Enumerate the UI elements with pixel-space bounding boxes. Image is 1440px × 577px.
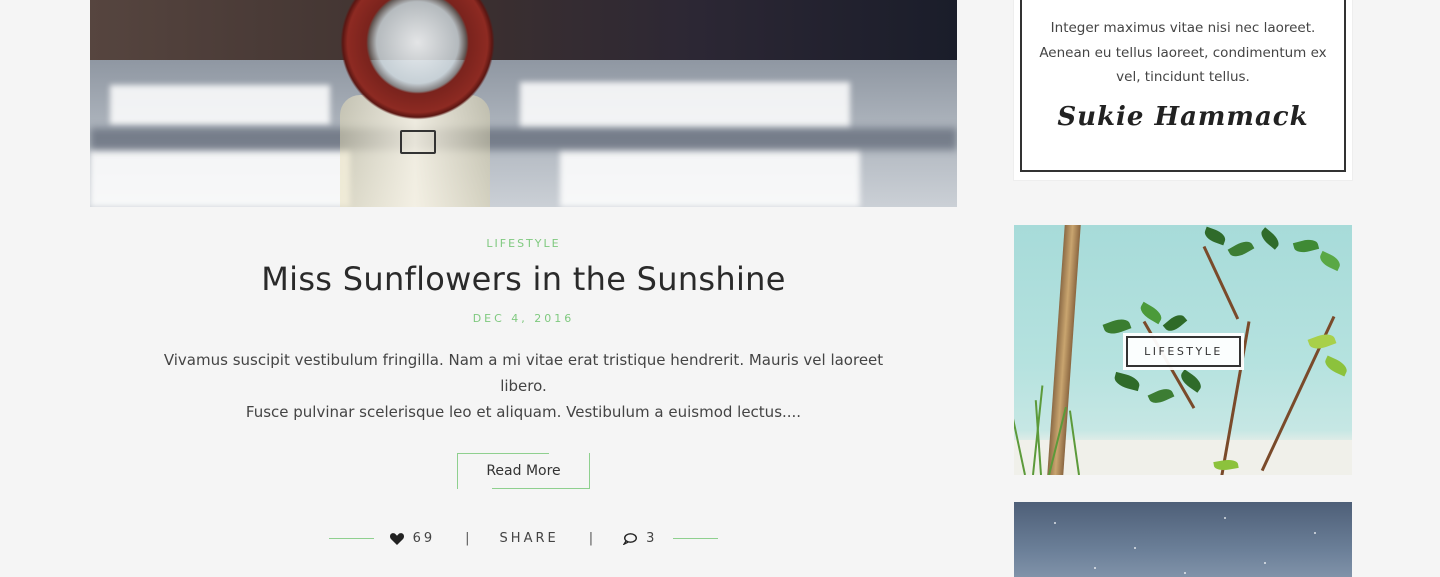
image-star [1314,532,1316,534]
sidebar-featured-category-image[interactable]: LIFESTYLE [1014,225,1352,475]
image-star [1054,522,1056,524]
likes-count: 69 [412,531,436,546]
image-star [1264,562,1266,564]
meta-divider-line [328,538,374,539]
category-label-button[interactable]: LIFESTYLE [1123,333,1244,370]
post-meta-bar: 69 | SHARE | 3 [90,531,957,546]
author-signature: Sukie Hammack [1057,101,1309,132]
image-branch [1202,245,1240,320]
read-more-wrapper: Read More [90,453,957,489]
image-star [1184,572,1186,574]
post-excerpt-line: Fusce pulvinar scelerisque leo et aliqua… [245,403,802,421]
post-excerpt: Vivamus suscipit vestibulum fringilla. N… [164,347,884,425]
likes-button[interactable]: 69 [389,531,436,546]
meta-divider-line [673,538,719,539]
image-light-stripe [90,150,350,207]
category-label-frame: LIFESTYLE [1126,336,1241,367]
comment-icon [622,532,638,546]
image-leaf [1258,227,1282,250]
read-more-button[interactable]: Read More [457,453,590,489]
about-text: Integer maximus vitae nisi nec laoreet. … [1038,16,1328,90]
image-star [1134,547,1136,549]
post-title[interactable]: Miss Sunflowers in the Sunshine [90,260,957,298]
image-leaf [1322,355,1350,377]
post-featured-image[interactable] [90,0,957,207]
comments-count: 3 [646,531,658,546]
about-frame: Integer maximus vitae nisi nec laoreet. … [1020,0,1346,172]
about-text-line: Integer maximus vitae nisi nec laoreet. [1050,20,1316,36]
comments-button[interactable]: 3 [622,531,658,546]
image-light-stripe [520,82,850,128]
image-light-stripe [560,150,860,207]
image-leaf [1137,301,1165,325]
category-label-text: LIFESTYLE [1144,345,1223,358]
page: LIFESTYLE Miss Sunflowers in the Sunshin… [0,0,1440,577]
image-leaf [1307,330,1337,353]
image-shadow-stripe [90,128,957,150]
image-leaf [1147,385,1175,407]
image-leaf [1292,237,1320,255]
post-date: DEC 4, 2016 [472,312,575,325]
blog-post: LIFESTYLE Miss Sunflowers in the Sunshin… [90,0,957,546]
meta-separator: | [465,531,470,546]
sidebar-next-image[interactable] [1014,502,1352,577]
image-star [1224,517,1226,519]
sidebar: Integer maximus vitae nisi nec laoreet. … [1014,0,1352,577]
about-text-line: vel, tincidunt tellus. [1116,69,1250,85]
image-leaf [1202,226,1228,246]
post-body: LIFESTYLE Miss Sunflowers in the Sunshin… [90,237,957,546]
about-widget: Integer maximus vitae nisi nec laoreet. … [1014,0,1352,180]
image-star [1094,567,1096,569]
image-jar-clip [400,130,436,154]
post-excerpt-line: Vivamus suscipit vestibulum fringilla. N… [163,351,884,395]
image-leaf [1112,371,1142,392]
image-palm-trunk [1047,225,1081,475]
about-text-line: Aenean eu tellus laoreet, condimentum ex [1039,44,1327,61]
post-category[interactable]: LIFESTYLE [90,237,957,250]
image-leaf [1162,311,1188,335]
share-label: SHARE [499,531,559,546]
image-leaf [1317,250,1343,272]
share-button[interactable]: SHARE [500,531,559,546]
heart-icon [389,532,404,545]
meta-separator: | [588,531,594,546]
image-leaf [1227,237,1255,261]
read-more-label: Read More [486,463,561,479]
image-light-stripe [110,85,330,125]
